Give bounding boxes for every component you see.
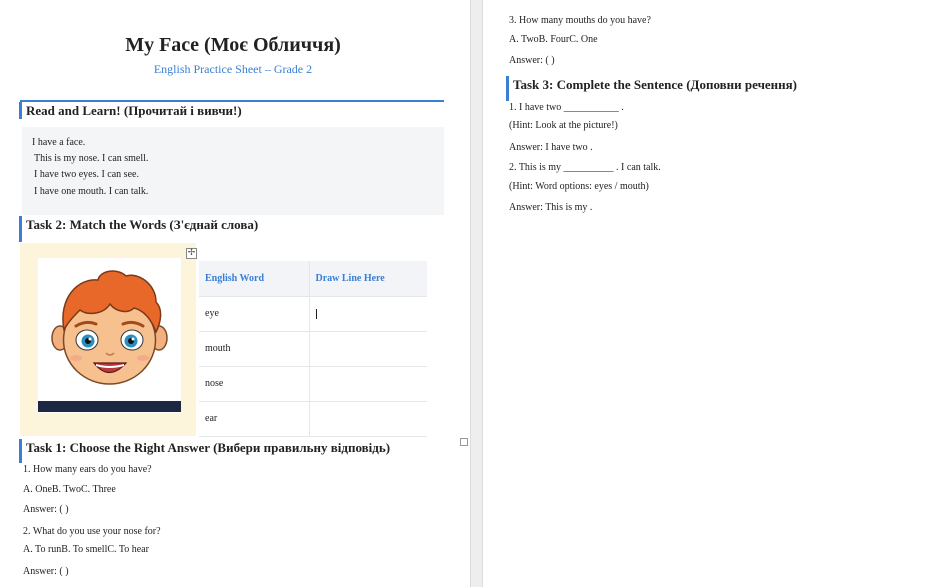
task2-heading: Task 2: Match the Words (З'єднай слова) <box>19 216 258 242</box>
answer-line: Answer: I have two . <box>509 142 593 153</box>
face-image[interactable] <box>38 258 181 413</box>
sentence-text: 1. I have two ___________ . <box>509 102 624 113</box>
question-options: A. To runB. To smellC. To hear <box>23 544 149 555</box>
text-cursor <box>315 308 317 319</box>
question-text: 2. What do you use your nose for? <box>23 526 161 537</box>
anchor-marker-icon[interactable] <box>460 438 468 446</box>
boy-face-illustration <box>51 270 168 385</box>
table-row: nose <box>199 366 427 402</box>
question-text: 3. How many mouths do you have? <box>509 15 651 26</box>
sentence-text: 2. This is my __________ . I can talk. <box>509 162 661 173</box>
table-row: ear <box>199 401 427 437</box>
answer-line: Answer: ( ) <box>509 55 555 66</box>
table-move-handle-icon[interactable]: ✢ <box>186 248 197 259</box>
question-options: A. OneB. TwoC. Three <box>23 484 116 495</box>
column-header-draw-line: Draw Line Here <box>309 261 427 297</box>
question-options: A. TwoB. FourC. One <box>509 34 598 45</box>
question-text: 1. How many ears do you have? <box>23 464 152 475</box>
table-cell-draw-line[interactable] <box>309 401 427 437</box>
answer-line: Answer: ( ) <box>23 504 69 515</box>
document-page-2[interactable]: 3. How many mouths do you have? A. TwoB.… <box>483 0 940 587</box>
table-row: eye <box>199 296 427 332</box>
document-title: My Face (Моє Обличчя) <box>125 34 341 56</box>
task1-heading: Task 1: Choose the Right Answer (Вибери … <box>19 439 390 463</box>
read-line: I have two eyes. I can see. <box>34 169 139 180</box>
read-line: This is my nose. I can smell. <box>34 153 149 164</box>
read-section-heading: Read and Learn! (Прочитай і вивчи!) <box>19 102 242 119</box>
table-cell-word[interactable]: ear <box>199 401 310 437</box>
table-header-row: English Word Draw Line Here <box>199 261 427 297</box>
table-cell-word[interactable]: eye <box>199 296 310 332</box>
hint-text: (Hint: Look at the picture!) <box>509 120 618 131</box>
hint-text: (Hint: Word options: eyes / mouth) <box>509 181 649 192</box>
table-cell-word[interactable]: nose <box>199 366 310 402</box>
table-row: mouth <box>199 331 427 367</box>
table-cell-draw-line[interactable] <box>309 296 427 332</box>
document-page-1[interactable]: My Face (Моє Обличчя) English Practice S… <box>0 0 470 587</box>
answer-line: Answer: ( ) <box>23 566 69 577</box>
page-gutter <box>470 0 483 587</box>
task3-heading: Task 3: Complete the Sentence (Доповни р… <box>506 76 797 101</box>
document-subtitle: English Practice Sheet – Grade 2 <box>153 62 313 76</box>
answer-line: Answer: This is my . <box>509 202 593 213</box>
table-cell-draw-line[interactable] <box>309 366 427 402</box>
table-cell-draw-line[interactable] <box>309 331 427 367</box>
column-header-english-word: English Word <box>199 261 310 297</box>
read-line: I have a face. <box>32 137 86 148</box>
image-credit-strip <box>38 401 181 412</box>
table-cell-word[interactable]: mouth <box>199 331 310 367</box>
read-line: I have one mouth. I can talk. <box>34 186 149 197</box>
match-words-table: English Word Draw Line Here eye mouth no… <box>199 261 427 437</box>
